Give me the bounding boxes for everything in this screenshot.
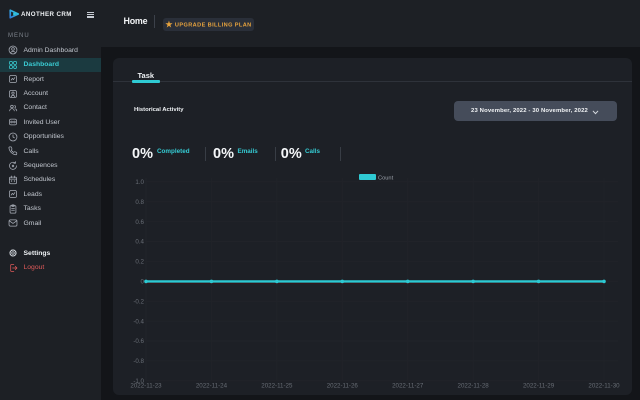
svg-text:1.0: 1.0 (135, 179, 144, 186)
svg-text:0: 0 (141, 279, 145, 286)
svg-text:-0.2: -0.2 (133, 298, 144, 305)
svg-text:2022-11-24: 2022-11-24 (196, 383, 228, 390)
svg-text:-0.6: -0.6 (133, 338, 144, 345)
svg-text:0.8: 0.8 (135, 199, 144, 206)
svg-text:0.6: 0.6 (135, 219, 144, 226)
svg-text:2022-11-27: 2022-11-27 (392, 383, 424, 390)
svg-text:2022-11-29: 2022-11-29 (523, 383, 555, 390)
svg-text:-0.8: -0.8 (133, 358, 144, 365)
svg-text:0.2: 0.2 (135, 259, 144, 266)
svg-text:2022-11-23: 2022-11-23 (130, 383, 162, 390)
svg-text:Count: Count (378, 175, 394, 181)
svg-text:0.4: 0.4 (135, 239, 144, 246)
svg-text:2022-11-30: 2022-11-30 (588, 383, 620, 390)
svg-text:-0.4: -0.4 (133, 318, 144, 325)
svg-text:2022-11-26: 2022-11-26 (327, 383, 359, 390)
svg-text:2022-11-28: 2022-11-28 (458, 383, 490, 390)
svg-text:2022-11-25: 2022-11-25 (261, 383, 293, 390)
